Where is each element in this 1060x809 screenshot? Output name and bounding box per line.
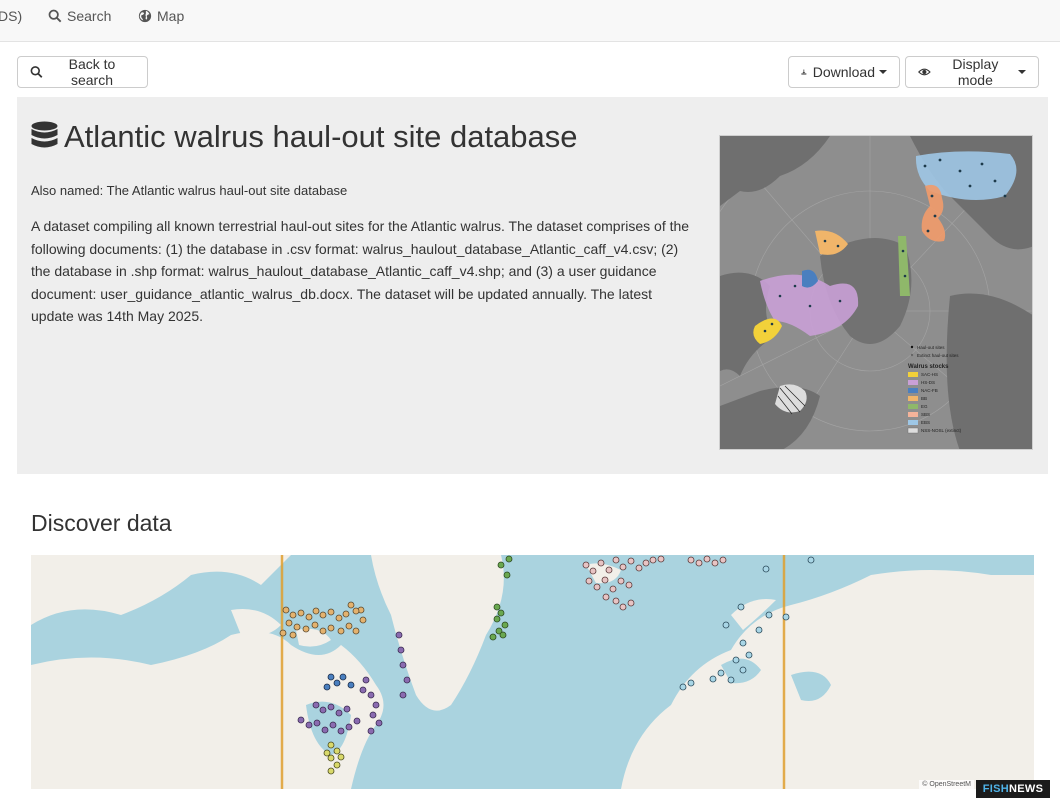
chevron-down-icon [879,70,887,74]
database-icon [31,121,58,148]
legend-item: HS-DS [921,380,935,385]
globe-icon [138,9,152,23]
eye-icon [918,68,931,76]
also-named-text: Also named: The Atlantic walrus haul-out… [31,183,348,198]
display-mode-label: Display mode [952,56,999,88]
top-navbar: DS) Search Map [0,0,1060,42]
watermark-part2: NEWS [1009,783,1044,795]
record-thumbnail-map[interactable]: Haul-out sites Extinct haul-out sites Wa… [719,135,1033,450]
basemap [31,555,1034,789]
legend-item: NAC-FB [921,388,938,393]
record-title-row: Atlantic walrus haul-out site database [31,119,578,155]
search-icon [30,66,43,78]
nav-item-truncated-label: DS) [0,8,23,24]
discover-data-map[interactable]: © OpenStreetM [31,555,1034,789]
search-icon [48,9,62,23]
legend-item: BB [921,396,927,401]
download-icon [801,69,807,75]
nav-search-label: Search [67,8,112,24]
back-to-search-label: Back to search [68,56,116,88]
discover-data-heading: Discover data [31,510,172,536]
chevron-down-icon [1018,70,1026,74]
record-description: A dataset compiling all known terrestria… [31,218,690,324]
legend-symbol-haulout: Haul-out sites [917,345,945,350]
nav-item-map[interactable]: Map [138,8,184,24]
legend-item: EG [921,404,928,409]
legend-item: NSS-NOSL (extinct) [921,428,962,433]
download-label: Download [812,64,875,80]
legend-item: SBS [921,412,930,417]
watermark-part1: FISH [982,783,1010,795]
thumbnail-map-image: Haul-out sites Extinct haul-out sites Wa… [720,136,1032,449]
back-to-search-button[interactable]: Back to search [17,56,148,88]
display-mode-button[interactable]: Display mode [905,56,1039,88]
record-header-panel: Atlantic walrus haul-out site database A… [17,97,1048,474]
nav-item-truncated[interactable]: DS) [0,8,22,24]
record-title: Atlantic walrus haul-out site database [64,119,578,154]
map-attribution[interactable]: © OpenStreetM [919,780,974,789]
nav-item-search[interactable]: Search [48,8,111,24]
legend-item: SAC-HS [921,372,938,377]
legend-title: Walrus stocks [908,364,949,370]
legend-item: EBS [921,420,930,425]
download-button[interactable]: Download [788,56,900,88]
legend-symbol-extinct: Extinct haul-out sites [917,353,959,358]
nav-map-label: Map [157,8,185,24]
fishnews-watermark: FISH NEWS [976,780,1050,798]
